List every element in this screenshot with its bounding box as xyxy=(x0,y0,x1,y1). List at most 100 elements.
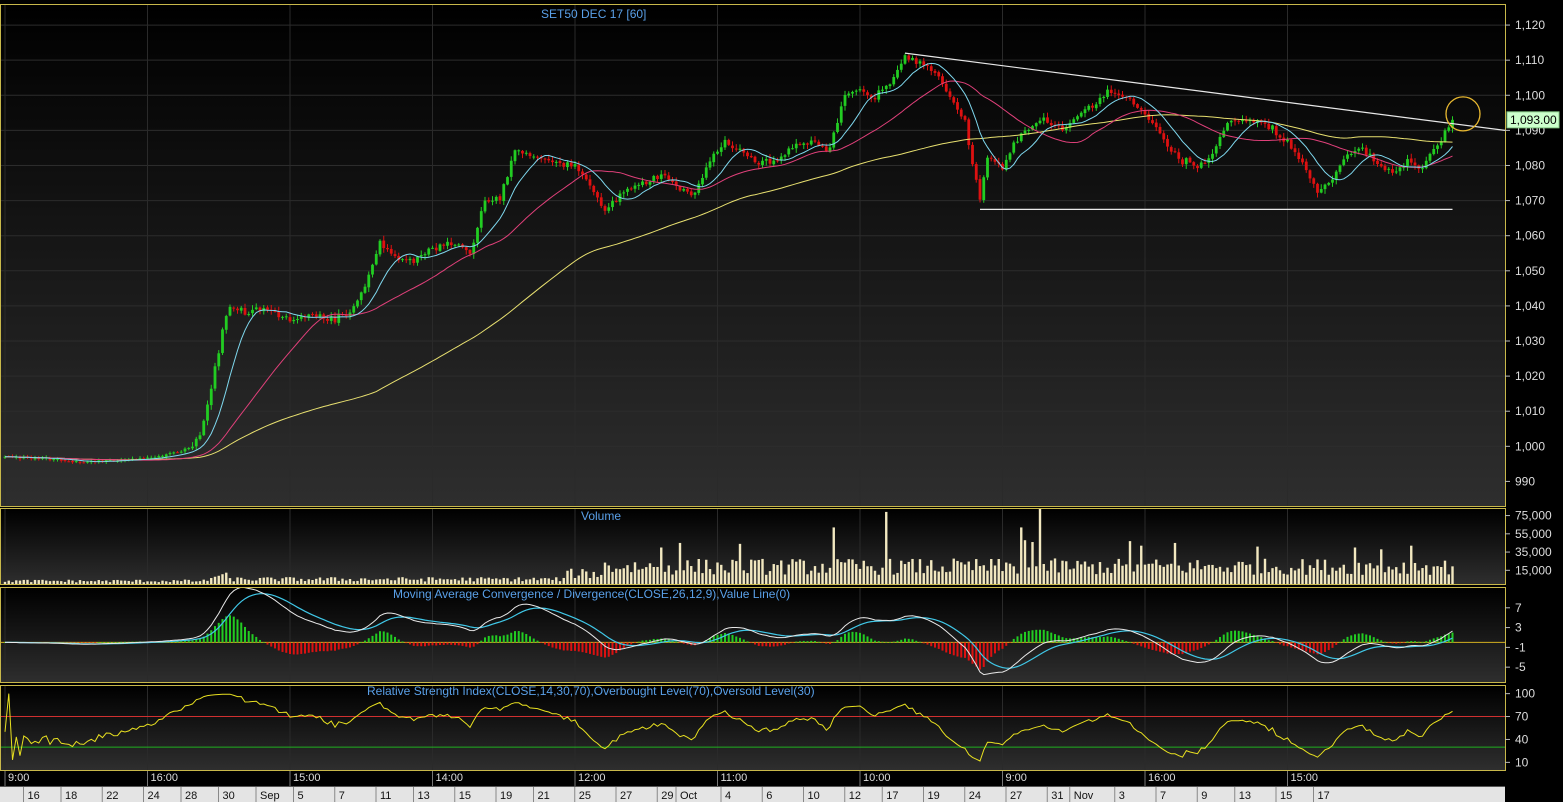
macd-hist-bar xyxy=(1241,631,1244,643)
macd-hist-bar xyxy=(229,615,231,643)
macd-hist-bar xyxy=(495,635,498,643)
candle-body xyxy=(179,451,183,453)
macd-hist-bar xyxy=(832,642,835,643)
volume-bar xyxy=(750,559,753,584)
candle-body xyxy=(806,143,809,145)
volume-bar xyxy=(382,579,385,584)
macd-hist-bar xyxy=(1339,642,1341,643)
volume-bar xyxy=(37,580,40,584)
candle-body xyxy=(449,242,453,246)
macd-hist-bar xyxy=(817,641,820,643)
date-label: 4 xyxy=(725,790,731,802)
volume-bar xyxy=(690,566,693,584)
candle-body xyxy=(1076,116,1079,120)
volume-bar xyxy=(1132,571,1135,584)
macd-hist-bar xyxy=(450,642,453,645)
macd-hist-bar xyxy=(525,633,528,643)
macd-hist-bar xyxy=(322,642,325,652)
volume-bar xyxy=(101,581,104,584)
candle-body xyxy=(749,155,753,158)
macd-hist-bar xyxy=(645,640,648,643)
volume-bar xyxy=(626,565,629,584)
candle-body xyxy=(1301,158,1304,163)
macd-hist-bar xyxy=(566,642,569,651)
candle-body xyxy=(1334,171,1338,180)
macd-hist-bar xyxy=(896,640,899,643)
candle-body xyxy=(1331,179,1334,183)
candle-body xyxy=(1079,112,1083,117)
price-tick-label: 1,020 xyxy=(1515,369,1545,383)
volume-bar xyxy=(648,563,652,584)
candle-body xyxy=(727,139,731,145)
macd-hist-bar xyxy=(247,630,250,643)
candle-body xyxy=(599,197,603,206)
volume-bar xyxy=(221,574,224,584)
volume-bar xyxy=(1196,560,1199,584)
volume-bar xyxy=(495,578,498,584)
macd-hist-bar xyxy=(994,642,996,654)
candle-body xyxy=(1121,94,1124,97)
candle-body xyxy=(1428,153,1432,161)
volume-bar xyxy=(1447,574,1450,584)
volume-bar xyxy=(1353,547,1357,584)
volume-bar xyxy=(1151,563,1154,584)
volume-bar xyxy=(888,558,892,584)
volume-bar xyxy=(75,582,78,584)
trading-chart[interactable]: SET50 DEC 17 [60] Volume Moving Average … xyxy=(0,0,1563,802)
candle-body xyxy=(858,89,862,91)
macd-hist-bar xyxy=(371,635,374,643)
macd-hist-bar xyxy=(124,641,126,643)
candle-body xyxy=(794,143,798,149)
candle-body xyxy=(896,69,899,78)
macd-hist-bar xyxy=(1020,633,1023,643)
volume-bar xyxy=(922,573,925,584)
volume-bar xyxy=(1368,563,1372,584)
candle-body xyxy=(637,184,641,186)
volume-bar xyxy=(1005,562,1008,584)
volume-bar xyxy=(937,571,940,584)
volume-bar xyxy=(686,560,689,584)
macd-hist-bar xyxy=(1185,642,1188,653)
time-label: 9:00 xyxy=(1006,772,1027,784)
candle-body xyxy=(1398,167,1402,172)
candle-body xyxy=(967,119,971,146)
candle-body xyxy=(971,144,974,165)
candle-body xyxy=(821,145,824,147)
macd-hist-bar xyxy=(349,642,351,648)
price-tick-label: 1,080 xyxy=(1515,158,1545,172)
macd-hist-bar xyxy=(1189,642,1191,652)
volume-bar xyxy=(787,564,790,584)
volume-bar xyxy=(322,580,325,584)
macd-hist-bar xyxy=(1102,636,1105,643)
volume-bar xyxy=(161,580,164,584)
volume-bar xyxy=(1417,570,1420,584)
volume-bar xyxy=(142,582,145,584)
candle-body xyxy=(1409,158,1413,163)
candle-body xyxy=(468,249,472,254)
candle-body xyxy=(337,313,341,323)
volume-bar xyxy=(945,572,948,584)
volume-bar xyxy=(675,570,678,584)
candle-body xyxy=(1012,142,1016,153)
candle-body xyxy=(644,181,648,185)
macd-hist-bar xyxy=(682,642,685,644)
volume-bar xyxy=(202,579,205,584)
macd-hist-bar xyxy=(86,642,89,644)
volume-bar xyxy=(41,579,44,584)
macd-hist-bar xyxy=(772,642,775,647)
price-panel[interactable] xyxy=(0,4,1505,506)
macd-hist-bar xyxy=(240,622,243,643)
macd-hist-bar xyxy=(1357,633,1360,643)
candle-body xyxy=(359,292,363,301)
macd-hist-bar xyxy=(1207,642,1210,645)
volume-bar xyxy=(802,560,805,584)
macd-hist-bar xyxy=(836,640,839,643)
macd-hist-bar xyxy=(435,642,438,646)
volume-bar xyxy=(525,579,528,584)
candle-body xyxy=(911,57,914,60)
candle-body xyxy=(944,83,948,92)
volume-bar xyxy=(1297,568,1300,584)
macd-hist-bar xyxy=(386,632,389,643)
macd-hist-bar xyxy=(465,642,468,647)
candle-body xyxy=(937,72,941,77)
